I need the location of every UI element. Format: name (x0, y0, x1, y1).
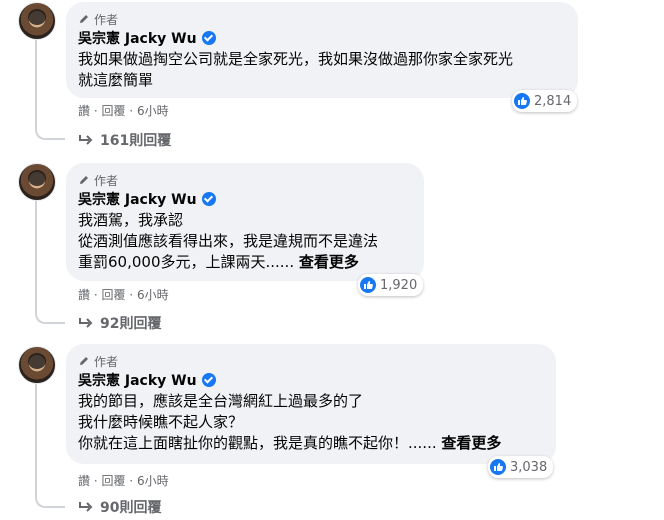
comment-line: 重罰60,000多元，上課兩天...... (78, 253, 295, 271)
comment-text: 我如果做過掏空公司就是全家死光，我如果沒做過那你家全家死光 就這麼簡單 (78, 49, 566, 91)
pencil-icon (80, 15, 88, 23)
author-badge-label: 作者 (94, 354, 119, 369)
comment-bubble: 作者 吳宗憲 Jacky Wu 我酒駕，我承認 從酒測值應該看得出來，我是違規而… (66, 163, 424, 281)
comment-line: 我如果做過掏空公司就是全家死光，我如果沒做過那你家全家死光 (78, 50, 514, 68)
comment-line: 你就在這上面瞎扯你的觀點，我是真的瞧不起你！...... (78, 434, 437, 452)
like-link[interactable]: 讚 (78, 288, 90, 302)
reaction-count[interactable]: 3,038 (488, 456, 554, 478)
verified-badge-icon (201, 373, 216, 387)
comment-line: 就這麼簡單 (78, 71, 154, 89)
verified-badge-icon (201, 31, 216, 45)
like-link[interactable]: 讚 (78, 474, 90, 488)
author-badge: 作者 (78, 10, 566, 28)
comment-line: 從酒測值應該看得出來，我是違規而不是違法 (78, 232, 379, 250)
replies-label: 90則回覆 (100, 500, 162, 516)
author-name[interactable]: 吳宗憲 Jacky Wu (78, 28, 197, 48)
replies-label: 92則回覆 (100, 316, 162, 332)
comment-text: 我酒駕，我承認 從酒測值應該看得出來，我是違規而不是違法 重罰60,000多元，… (78, 210, 412, 273)
reply-link[interactable]: 回覆 (101, 474, 125, 488)
see-more-link[interactable]: 查看更多 (299, 253, 359, 271)
reply-link[interactable]: 回覆 (101, 104, 125, 118)
reaction-count-value: 1,920 (380, 277, 418, 293)
like-reaction-icon (360, 277, 376, 293)
reaction-count-value: 2,814 (534, 93, 572, 109)
comment-line: 我酒駕，我承認 (78, 211, 184, 229)
comment-actions: 讚 · 回覆 · 6小時 (78, 288, 169, 302)
avatar[interactable] (18, 163, 56, 201)
like-reaction-icon (490, 459, 506, 475)
comment-actions: 讚 · 回覆 · 6小時 (78, 474, 169, 488)
avatar[interactable] (18, 2, 56, 40)
author-badge: 作者 (78, 171, 412, 189)
view-replies[interactable]: 161則回覆 (78, 130, 171, 150)
replies-label: 161則回覆 (100, 133, 172, 149)
timestamp[interactable]: 6小時 (137, 288, 169, 302)
author-badge-label: 作者 (94, 12, 119, 27)
reaction-count[interactable]: 2,814 (512, 90, 578, 112)
timestamp[interactable]: 6小時 (137, 474, 169, 488)
timestamp[interactable]: 6小時 (137, 104, 169, 118)
comment-line: 我的節目，應該是全台灣網紅上過最多的了 (78, 392, 364, 410)
author-name[interactable]: 吳宗憲 Jacky Wu (78, 370, 197, 390)
comment-actions: 讚 · 回覆 · 6小時 (78, 104, 169, 118)
author-badge-label: 作者 (94, 173, 119, 188)
view-replies[interactable]: 92則回覆 (78, 313, 161, 333)
avatar[interactable] (18, 346, 56, 384)
thread-line (35, 384, 65, 508)
reaction-count-value: 3,038 (510, 459, 548, 475)
reply-arrow-icon (79, 135, 93, 145)
reply-arrow-icon (79, 502, 93, 512)
author-badge: 作者 (78, 352, 544, 370)
see-more-link[interactable]: 查看更多 (441, 434, 501, 452)
comment-bubble: 作者 吳宗憲 Jacky Wu 我的節目，應該是全台灣網紅上過最多的了 我什麼時… (66, 344, 556, 464)
thread-line (35, 200, 65, 324)
view-replies[interactable]: 90則回覆 (78, 497, 161, 517)
like-link[interactable]: 讚 (78, 104, 90, 118)
thread-line (35, 40, 65, 140)
pencil-icon (80, 357, 88, 365)
comment-bubble: 作者 吳宗憲 Jacky Wu 我如果做過掏空公司就是全家死光，我如果沒做過那你… (66, 2, 578, 98)
reply-link[interactable]: 回覆 (101, 288, 125, 302)
comment-line: 我什麼時候瞧不起人家？ (78, 413, 244, 431)
reaction-count[interactable]: 1,920 (358, 274, 424, 296)
comment-text: 我的節目，應該是全台灣網紅上過最多的了 我什麼時候瞧不起人家？ 你就在這上面瞎扯… (78, 391, 544, 454)
reply-arrow-icon (79, 318, 93, 328)
author-name[interactable]: 吳宗憲 Jacky Wu (78, 189, 197, 209)
verified-badge-icon (201, 192, 216, 206)
pencil-icon (80, 176, 88, 184)
like-reaction-icon (514, 93, 530, 109)
